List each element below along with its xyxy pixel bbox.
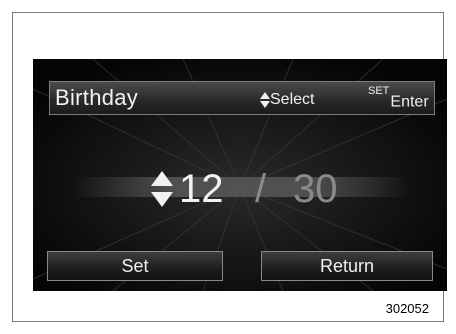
select-hint: Select [260, 91, 314, 109]
date-separator: / [255, 167, 267, 211]
set-superscript: SET [368, 85, 390, 97]
up-down-arrows-icon[interactable] [151, 171, 173, 207]
set-button-label: Set [121, 255, 149, 276]
display-screen: Birthday Select SETEnter 12 / 30 Set Ret… [33, 59, 447, 291]
day-value[interactable]: 30 [293, 167, 338, 211]
return-button[interactable]: Return [261, 251, 433, 281]
header-bar: Birthday Select SETEnter [49, 81, 435, 115]
date-highlight-band [73, 177, 409, 197]
set-button[interactable]: Set [47, 251, 223, 281]
figure-number: 302052 [385, 301, 429, 316]
enter-hint: SETEnter [368, 85, 429, 111]
enter-hint-label: Enter [390, 93, 429, 111]
select-hint-label: Select [270, 91, 315, 108]
return-button-label: Return [319, 255, 375, 276]
up-down-arrows-icon [260, 91, 270, 108]
month-value[interactable]: 12 [179, 167, 224, 211]
screen-title: Birthday [55, 85, 139, 110]
figure-frame: Birthday Select SETEnter 12 / 30 Set Ret… [12, 12, 447, 322]
